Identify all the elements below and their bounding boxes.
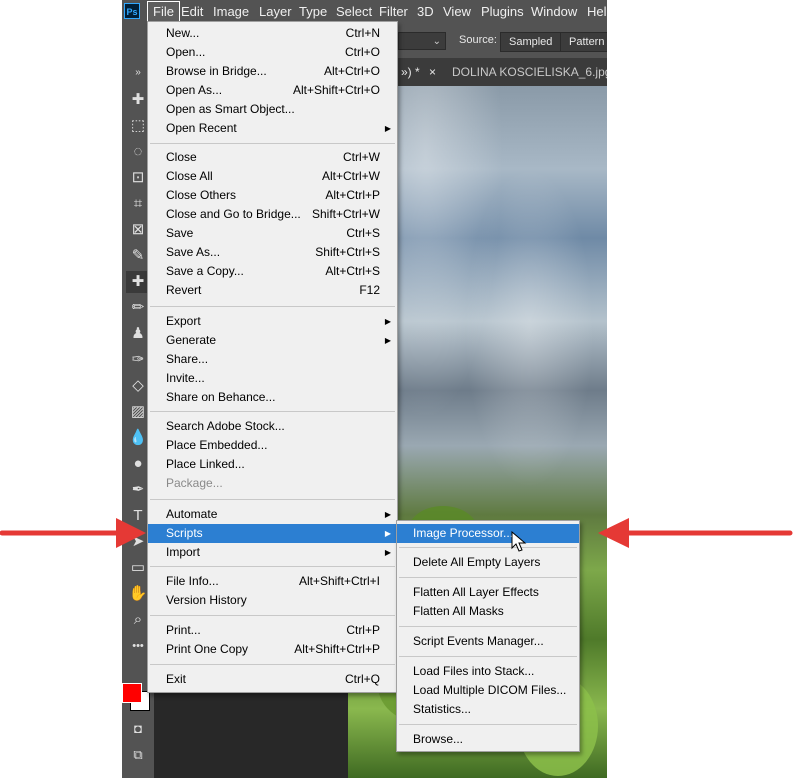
menu-item-flatten-all-layer-effects[interactable]: Flatten All Layer Effects: [397, 583, 579, 602]
menu-item-print-one-copy[interactable]: Print One Copy Alt+Shift+Ctrl+P: [148, 640, 397, 659]
menu-item-close-all[interactable]: Close All Alt+Ctrl+W: [148, 167, 397, 186]
file-menu: New... Ctrl+N Open... Ctrl+O Browse in Bri…: [147, 21, 398, 693]
menu-item-place-embedded[interactable]: Place Embedded...: [148, 436, 397, 455]
menu-item-file-info[interactable]: File Info... Alt+Shift+Ctrl+I: [148, 572, 397, 591]
photoshop-logo: Ps: [124, 3, 140, 19]
menu-item-image-processor[interactable]: Image Processor...: [397, 524, 579, 543]
foreground-color-swatch[interactable]: [122, 683, 142, 703]
menu-separator: [150, 411, 395, 412]
menu-item-print[interactable]: Print... Ctrl+P: [148, 621, 397, 640]
menu-item-scripts[interactable]: Scripts ▶: [148, 524, 397, 543]
menu-item-save-a-copy[interactable]: Save a Copy... Alt+Ctrl+S: [148, 262, 397, 281]
menu-window[interactable]: Window: [526, 0, 582, 24]
menu-item-new[interactable]: New... Ctrl+N: [148, 24, 397, 43]
menu-item-import[interactable]: Import ▶: [148, 543, 397, 562]
menu-item-invite[interactable]: Invite...: [148, 369, 397, 388]
menu-separator: [150, 306, 395, 307]
menu-plugins[interactable]: Plugins: [476, 0, 529, 24]
menu-item-statistics[interactable]: Statistics...: [397, 700, 579, 719]
menu-file[interactable]: File: [147, 1, 180, 23]
tab-active-document[interactable]: ») * ×: [395, 58, 442, 86]
submenu-arrow-icon: ▶: [384, 124, 391, 133]
menu-separator: [399, 626, 577, 627]
menu-separator: [399, 577, 577, 578]
menu-separator: [150, 499, 395, 500]
menu-item-browse[interactable]: Browse...: [397, 730, 579, 749]
menu-separator: [399, 724, 577, 725]
menu-item-generate[interactable]: Generate ▶: [148, 331, 397, 350]
options-dropdown[interactable]: ⌄: [398, 32, 446, 50]
submenu-arrow-icon: ▶: [384, 317, 391, 326]
submenu-arrow-icon: ▶: [384, 510, 391, 519]
menu-separator: [150, 143, 395, 144]
menu-item-close-and-go-to-bridge[interactable]: Close and Go to Bridge... Shift+Ctrl+W: [148, 205, 397, 224]
menu-item-package: Package...: [166, 476, 223, 490]
pattern-button[interactable]: Pattern: [560, 32, 607, 52]
menu-item-save[interactable]: Save Ctrl+S: [148, 224, 397, 243]
close-icon[interactable]: ×: [429, 65, 436, 79]
menu-item-close[interactable]: Close Ctrl+W: [148, 148, 397, 167]
menu-separator: [399, 547, 577, 548]
source-label: Source:: [459, 34, 497, 46]
menu-item-open-as[interactable]: Open As... Alt+Shift+Ctrl+O: [148, 81, 397, 100]
quick-mask-icon[interactable]: ◘: [126, 718, 150, 740]
submenu-arrow-icon: ▶: [384, 336, 391, 345]
tab-dolina-koscieliska[interactable]: DOLINA KOSCIELISKA_6.jpg @: [446, 58, 607, 86]
menu-item-share[interactable]: Share...: [148, 350, 397, 369]
menu-separator: [150, 664, 395, 665]
menu-item-automate[interactable]: Automate ▶: [148, 505, 397, 524]
menu-item-share-on-behance[interactable]: Share on Behance...: [148, 388, 397, 407]
menu-separator: [150, 615, 395, 616]
tab-title: ») *: [401, 65, 420, 79]
menu-item-version-history[interactable]: Version History: [148, 591, 397, 610]
mouse-cursor-icon: [511, 531, 527, 552]
annotation-arrow-left: [0, 518, 146, 548]
menu-item-place-linked[interactable]: Place Linked...: [148, 455, 397, 474]
menu-item-load-files-into-stack[interactable]: Load Files into Stack...: [397, 662, 579, 681]
menu-item-flatten-all-masks[interactable]: Flatten All Masks: [397, 602, 579, 621]
menu-help[interactable]: Help: [582, 0, 607, 24]
menu-item-browse-in-bridge[interactable]: Browse in Bridge... Alt+Ctrl+O: [148, 62, 397, 81]
menu-item-export[interactable]: Export ▶: [148, 312, 397, 331]
menu-item-close-others[interactable]: Close Others Alt+Ctrl+P: [148, 186, 397, 205]
menu-3d[interactable]: 3D: [412, 0, 439, 24]
menu-item-delete-all-empty-layers[interactable]: Delete All Empty Layers: [397, 553, 579, 572]
menu-item-script-events-manager[interactable]: Script Events Manager...: [397, 632, 579, 651]
menu-item-load-multiple-dicom-files[interactable]: Load Multiple DICOM Files...: [397, 681, 579, 700]
scripts-submenu: Image Processor... Delete All Empty Laye…: [396, 520, 580, 752]
annotation-arrow-right: [598, 518, 793, 548]
menu-view[interactable]: View: [438, 0, 476, 24]
menu-item-search-adobe-stock[interactable]: Search Adobe Stock...: [148, 417, 397, 436]
menu-item-open-as-smart-object[interactable]: Open as Smart Object...: [148, 100, 397, 119]
menu-item-revert[interactable]: Revert F12: [148, 281, 397, 300]
menu-separator: [399, 656, 577, 657]
submenu-arrow-icon: ▶: [384, 529, 391, 538]
sampled-button[interactable]: Sampled: [500, 32, 562, 52]
screen-mode-icon[interactable]: ⧉: [126, 744, 150, 766]
submenu-arrow-icon: ▶: [384, 548, 391, 557]
menu-item-open[interactable]: Open... Ctrl+O: [148, 43, 397, 62]
chevron-down-icon: ⌄: [432, 36, 441, 47]
menu-item-exit[interactable]: Exit Ctrl+Q: [148, 670, 397, 689]
menu-separator: [150, 566, 395, 567]
menu-item-save-as[interactable]: Save As... Shift+Ctrl+S: [148, 243, 397, 262]
menu-item-open-recent[interactable]: Open Recent ▶: [148, 119, 397, 138]
